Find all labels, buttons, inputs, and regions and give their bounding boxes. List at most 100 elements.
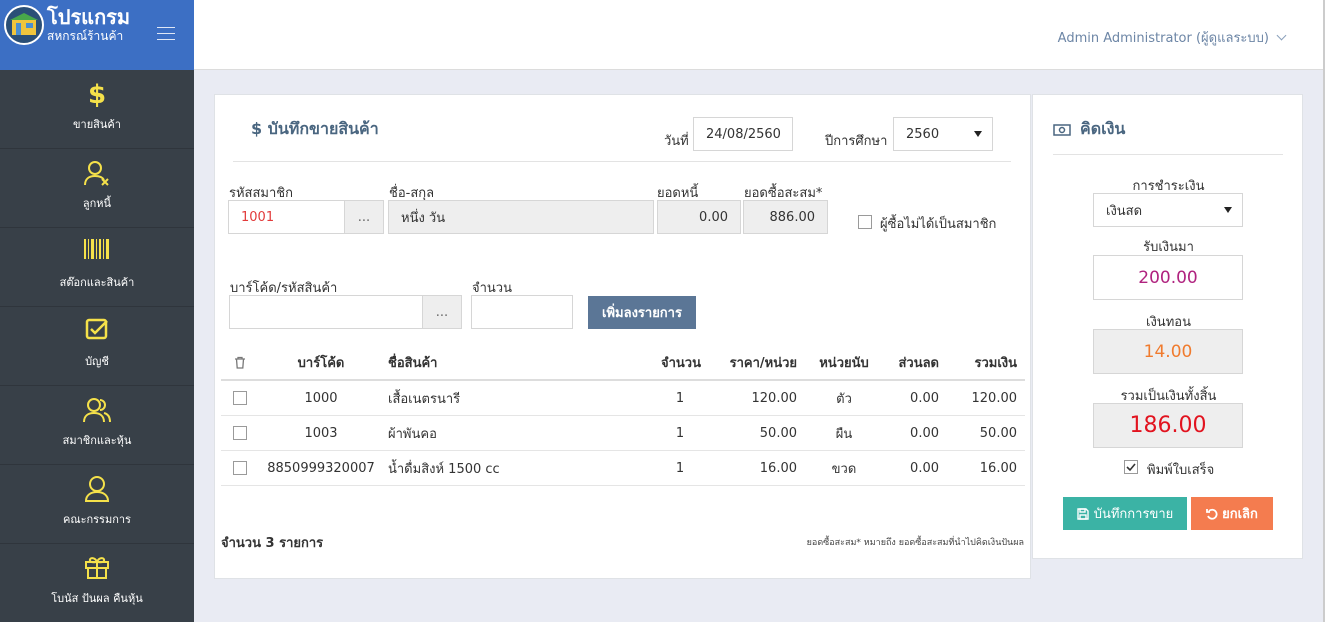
year-select[interactable]: 2560 <box>893 117 993 151</box>
dollar-icon: $ <box>87 80 107 110</box>
non-member-checkbox[interactable] <box>858 215 872 229</box>
print-receipt-label: พิมพ์ใบเสร็จ <box>1147 463 1215 478</box>
row-discount: 0.00 <box>910 390 939 406</box>
product-search-button[interactable]: ... <box>422 295 462 329</box>
sidebar-item-label: ลูกหนี้ <box>82 197 112 210</box>
year-label: ปีการศึกษา <box>825 134 888 149</box>
non-member-label: ผู้ซื้อไม่ได้เป็นสมาชิก <box>880 217 997 232</box>
sidebar-item-bonus[interactable]: โบนัส ปันผล คืนหุ้น <box>0 544 194 622</box>
users-icon <box>83 398 111 423</box>
top-bar: Admin Administrator (ผู้ดูแลระบบ) <box>194 0 1323 70</box>
row-product: เสื้อเนตรนารี <box>388 391 461 407</box>
sidebar-item-label: โบนัส ปันผล คืนหุ้น <box>51 592 143 605</box>
save-sale-button[interactable]: บันทึกการขาย <box>1063 497 1187 530</box>
table-row: 8850999320007 น้ำดื่มสิงห์ 1500 cc 1 16.… <box>221 451 1025 486</box>
sidebar-item-label: บัญชี <box>85 355 109 368</box>
floppy-disk-icon <box>1077 507 1089 520</box>
table-row: 1003 ผ้าพันคอ 1 50.00 ผืน 0.00 50.00 <box>221 416 1025 451</box>
change-field: 14.00 <box>1093 329 1243 374</box>
row-discount: 0.00 <box>910 460 939 476</box>
header-discount: ส่วนลด <box>898 355 939 371</box>
sale-panel: $ บันทึกขายสินค้า วันที่ 24/08/2560 ปีกา… <box>214 94 1031 579</box>
header-product: ชื่อสินค้า <box>388 355 438 371</box>
debt-field: 0.00 <box>657 200 741 234</box>
user-x-icon <box>84 161 109 186</box>
caret-down-icon <box>1224 207 1232 213</box>
row-discount: 0.00 <box>910 425 939 441</box>
row-checkbox[interactable] <box>233 391 247 405</box>
sidebar-item-label: ขายสินค้า <box>73 118 121 131</box>
total-field: 186.00 <box>1093 403 1243 448</box>
row-unit: ขวด <box>831 461 857 477</box>
sidebar-item-members[interactable]: สมาชิกและหุ้น <box>0 386 194 465</box>
barcode-input[interactable] <box>229 295 423 329</box>
header-qty: จำนวน <box>661 355 701 371</box>
trash-icon[interactable] <box>227 345 253 379</box>
gift-icon <box>85 557 109 579</box>
sidebar-item-stock[interactable]: สต๊อกและสินค้า <box>0 228 194 307</box>
chevron-down-icon <box>1276 30 1287 41</box>
accum-note: ยอดซื้อสะสม* หมายถึง ยอดซื้อสะสมที่นำไปค… <box>806 538 1024 548</box>
sidebar-item-label: คณะกรรมการ <box>63 513 131 526</box>
page-title: $ บันทึกขายสินค้า <box>251 119 379 138</box>
cancel-sale-button[interactable]: ยกเลิก <box>1191 497 1273 530</box>
row-checkbox[interactable] <box>233 461 247 475</box>
date-input[interactable]: 24/08/2560 <box>693 117 793 151</box>
undo-icon <box>1206 508 1218 520</box>
user-name: Admin Administrator (ผู้ดูแลระบบ) <box>1057 31 1269 46</box>
row-barcode: 1000 <box>304 390 338 406</box>
row-qty: 1 <box>675 390 685 406</box>
sidebar-item-sales[interactable]: $ ขายสินค้า <box>0 70 194 149</box>
qty-input[interactable] <box>471 295 573 329</box>
row-price: 50.00 <box>759 425 797 441</box>
store-logo-icon <box>4 5 44 45</box>
row-barcode: 8850999320007 <box>267 460 375 476</box>
payment-panel: คิดเงิน การชำระเงิน เงินสด รับเงินมา 200… <box>1032 94 1303 559</box>
sidebar-item-accounting[interactable]: บัญชี <box>0 307 194 386</box>
name-field: หนึ่ง วัน <box>388 200 654 234</box>
caret-down-icon <box>974 131 982 137</box>
sidebar-item-label: สมาชิกและหุ้น <box>62 434 132 447</box>
add-item-button[interactable]: เพิ่มลงรายการ <box>588 296 696 329</box>
row-total: 50.00 <box>979 425 1017 441</box>
row-unit: ตัว <box>836 391 852 407</box>
row-barcode: 1003 <box>304 425 338 441</box>
sidebar: $ ขายสินค้า ลูกหนี้ สต๊อกและสินค้า บัญชี… <box>0 70 194 622</box>
row-total: 16.00 <box>979 460 1017 476</box>
sidebar-item-label: สต๊อกและสินค้า <box>59 276 135 289</box>
item-count: จำนวน 3 รายการ <box>221 536 324 551</box>
brand-subtitle: สหกรณ์ร้านค้า <box>47 29 124 43</box>
print-receipt-checkbox[interactable] <box>1124 460 1138 474</box>
money-icon <box>1053 123 1071 136</box>
row-unit: ผืน <box>835 426 853 442</box>
header-barcode: บาร์โค้ด <box>297 355 345 371</box>
user-icon <box>84 476 110 502</box>
row-product: น้ำดื่มสิงห์ 1500 cc <box>388 461 500 477</box>
date-label: วันที่ <box>664 134 689 149</box>
accum-field: 886.00 <box>743 200 828 234</box>
payment-title: คิดเงิน <box>1053 117 1125 142</box>
row-price: 120.00 <box>751 390 798 406</box>
table-header: บาร์โค้ด ชื่อสินค้า จำนวน ราคา/หน่วย หน่… <box>221 345 1025 381</box>
payment-method-select[interactable]: เงินสด <box>1093 193 1243 227</box>
menu-toggle-icon[interactable] <box>157 27 175 41</box>
row-qty: 1 <box>675 425 685 441</box>
received-input[interactable]: 200.00 <box>1093 255 1243 300</box>
row-qty: 1 <box>675 460 685 476</box>
brand-header: โปรแกรม สหกรณ์ร้านค้า <box>0 0 194 70</box>
header-price: ราคา/หน่วย <box>729 355 797 371</box>
brand-title: โปรแกรม <box>47 5 131 29</box>
sidebar-item-debtors[interactable]: ลูกหนี้ <box>0 149 194 228</box>
row-checkbox[interactable] <box>233 426 247 440</box>
row-product: ผ้าพันคอ <box>388 426 437 442</box>
divider <box>233 161 1011 162</box>
user-menu[interactable]: Admin Administrator (ผู้ดูแลระบบ) <box>1057 27 1287 48</box>
sidebar-item-committee[interactable]: คณะกรรมการ <box>0 465 194 544</box>
member-search-button[interactable]: ... <box>344 200 384 234</box>
member-code-input[interactable]: 1001 <box>228 200 345 234</box>
divider <box>1053 154 1283 155</box>
header-total: รวมเงิน <box>974 355 1017 371</box>
barcode-icon <box>84 239 109 259</box>
header-unit: หน่วยนับ <box>819 355 869 371</box>
checkmark-icon <box>1126 463 1136 472</box>
